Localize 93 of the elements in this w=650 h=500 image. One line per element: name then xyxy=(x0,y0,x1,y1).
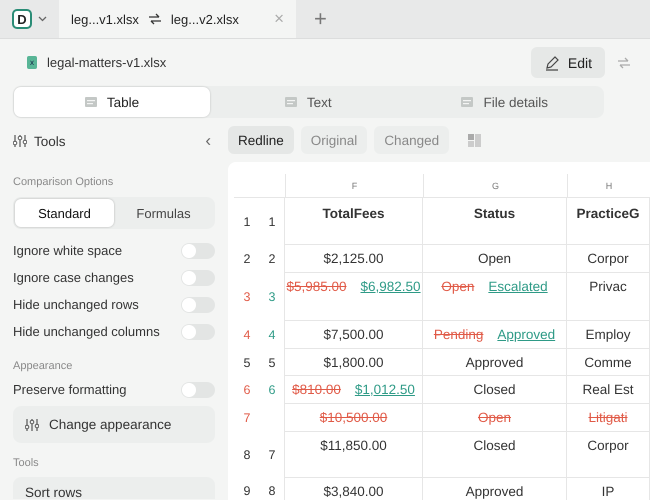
section-label: Tools xyxy=(13,457,40,471)
row-number: 1 xyxy=(268,214,276,228)
sort-rows-button[interactable]: Sort rows xyxy=(13,477,215,499)
option-label: Hide unchanged columns xyxy=(13,324,160,339)
row-number: 9 xyxy=(244,484,250,498)
row-number: 4 xyxy=(268,328,276,342)
row-number: 8 xyxy=(268,484,276,498)
edit-button[interactable]: Edit xyxy=(530,47,605,78)
table-cell: $1,800.00 xyxy=(323,355,384,370)
view-tab[interactable]: Table xyxy=(14,87,210,117)
spreadsheet-icon: x xyxy=(27,56,37,69)
tab-icon xyxy=(461,97,474,107)
deleted-value: Pending xyxy=(434,327,484,342)
column-header: PracticeG xyxy=(576,206,640,221)
sidebar-title: Tools xyxy=(34,134,66,148)
inserted-value: Approved xyxy=(497,327,556,342)
option-label: Preserve formatting xyxy=(13,382,126,397)
row-number: 6 xyxy=(268,383,276,397)
table-cell: Real Est xyxy=(582,382,634,397)
option-label: Hide unchanged rows xyxy=(13,297,139,312)
deleted-value: $5,985.00 xyxy=(286,279,346,294)
row-number: 8 xyxy=(244,448,250,462)
column-letter: H xyxy=(567,174,650,198)
option-label: Ignore case changes xyxy=(13,270,134,285)
column-letter: F xyxy=(285,174,423,198)
mode-option[interactable]: Standard xyxy=(15,199,114,227)
layout-icon[interactable] xyxy=(468,134,482,146)
table-cell: Corpor xyxy=(587,251,629,266)
new-tab-button[interactable]: + xyxy=(296,0,345,38)
table-cell: $2,125.00 xyxy=(323,251,384,266)
table-cell: Corpor xyxy=(587,438,629,453)
toggle-switch[interactable] xyxy=(181,324,215,340)
row-number: 5 xyxy=(268,356,276,370)
row-number: 3 xyxy=(244,290,250,304)
document-tab[interactable]: leg...v1.xlsx leg...v2.xlsx × xyxy=(59,0,296,38)
swap-icon[interactable] xyxy=(617,56,631,68)
change-appearance-button[interactable]: Change appearance xyxy=(13,406,215,443)
table-cell: Comme xyxy=(584,355,632,370)
deleted-value: Litigati xyxy=(588,410,628,425)
tab-title: leg...v1.xlsx xyxy=(71,12,139,26)
sliders-icon xyxy=(13,134,27,148)
app-logo: D xyxy=(12,9,32,29)
pencil-icon xyxy=(544,54,560,70)
table-cell: IP xyxy=(602,484,614,499)
app-menu-button[interactable]: D xyxy=(0,0,55,38)
toggle-switch[interactable] xyxy=(181,242,215,258)
row-number: 7 xyxy=(268,448,276,462)
toggle-switch[interactable] xyxy=(181,296,215,312)
row-number: 5 xyxy=(244,356,250,370)
row-number: 3 xyxy=(268,290,276,304)
row-number: 1 xyxy=(244,214,250,228)
row-number: 2 xyxy=(244,252,250,266)
option-label: Ignore white space xyxy=(13,243,122,258)
column-header: Status xyxy=(474,206,516,221)
table-cell: Approved xyxy=(466,484,524,499)
section-label: Comparison Options xyxy=(13,176,114,190)
table-cell: $11,850.00 xyxy=(320,438,387,453)
sliders-icon xyxy=(25,418,39,432)
table-cell: Employ xyxy=(585,327,630,342)
inserted-value: $6,982.50 xyxy=(360,279,421,294)
inserted-value: Escalated xyxy=(488,279,548,294)
inserted-value: $1,012.50 xyxy=(354,382,415,397)
tab-title: leg...v2.xlsx xyxy=(170,12,239,26)
table-cell: $3,840.00 xyxy=(323,484,384,499)
table-cell: Open xyxy=(478,251,512,266)
row-number: 2 xyxy=(268,252,276,266)
display-mode-button[interactable]: Redline xyxy=(228,126,294,154)
swap-icon xyxy=(148,13,162,25)
table-cell: Closed xyxy=(473,382,516,397)
column-header: TotalFees xyxy=(322,206,384,221)
tab-icon xyxy=(84,97,97,107)
row-number: 6 xyxy=(244,383,250,397)
table-cell: Closed xyxy=(473,438,516,453)
toggle-switch[interactable] xyxy=(181,270,215,286)
row-number: 7 xyxy=(244,411,250,425)
section-label: Appearance xyxy=(13,360,74,374)
table-cell: $7,500.00 xyxy=(323,327,384,342)
table-cell: Privac xyxy=(589,279,627,294)
column-letter: G xyxy=(423,174,567,198)
view-tab[interactable]: Text xyxy=(210,87,406,117)
deleted-value: Open xyxy=(441,279,474,294)
table-cell: Approved xyxy=(466,355,524,370)
view-tab[interactable]: File details xyxy=(406,87,603,117)
deleted-value: Open xyxy=(478,410,512,425)
row-number: 4 xyxy=(244,328,250,342)
toggle-switch[interactable] xyxy=(181,382,215,398)
caret-icon xyxy=(38,16,47,22)
tab-icon xyxy=(284,97,297,107)
mode-option[interactable]: Formulas xyxy=(114,199,213,227)
deleted-value: $810.00 xyxy=(292,382,341,397)
collapse-button[interactable]: ‹ xyxy=(201,131,215,151)
file-name: legal-matters-v1.xlsx xyxy=(47,55,166,70)
deleted-value: $10,500.00 xyxy=(320,410,388,425)
